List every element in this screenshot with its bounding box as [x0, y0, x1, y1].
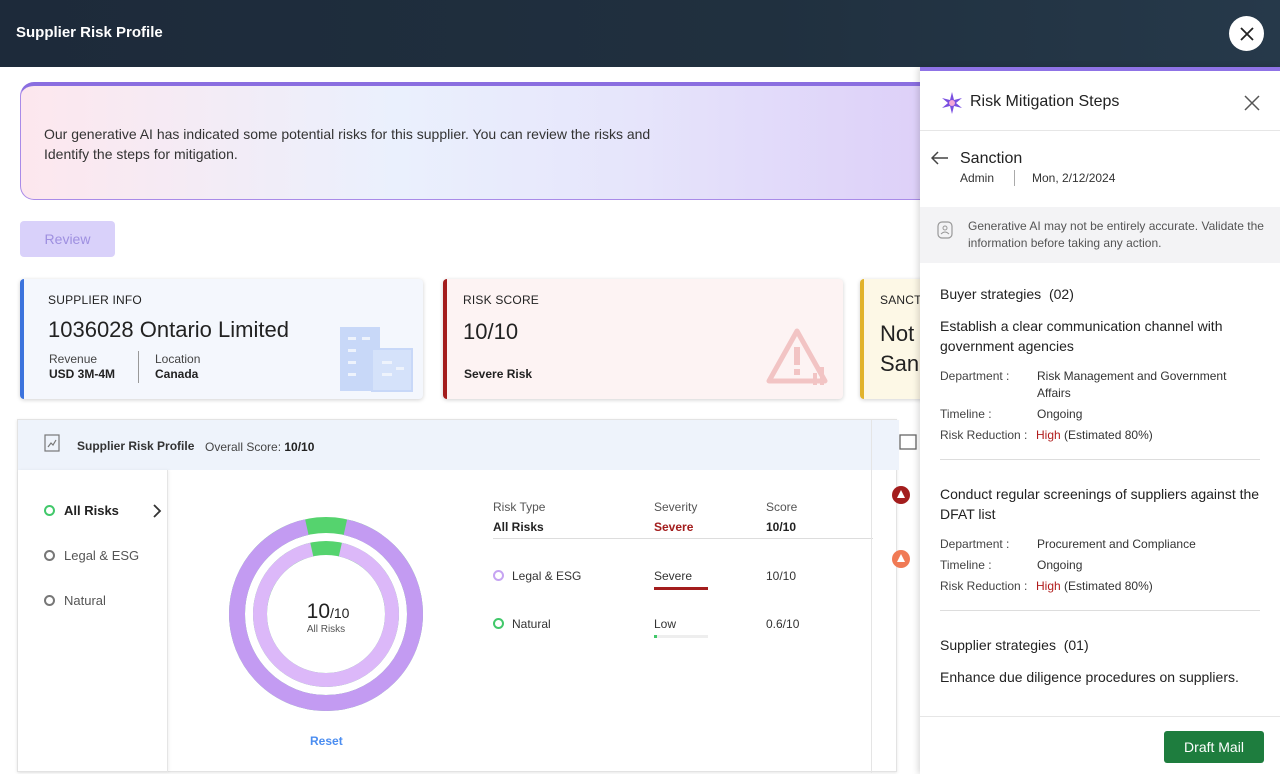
reduction-label: Risk Reduction :: [940, 428, 1028, 442]
timeline-value: Ongoing: [1037, 558, 1083, 572]
drawer-header: Risk Mitigation Steps: [920, 71, 1280, 131]
chart-icon: [44, 434, 60, 452]
back-arrow-icon[interactable]: [931, 151, 949, 165]
sanction-label: SANCT: [880, 293, 920, 307]
row-score: 0.6/10: [766, 617, 800, 631]
table-row[interactable]: Natural: [493, 617, 551, 631]
reduction-value: High (Estimated 80%): [1036, 579, 1153, 593]
supplier-info-label: SUPPLIER INFO: [48, 293, 142, 307]
close-button[interactable]: [1229, 16, 1264, 51]
table-row[interactable]: Legal & ESG: [493, 569, 581, 583]
row-severity: Severe: [654, 569, 693, 583]
revenue-value: USD 3M-4M: [49, 367, 116, 381]
filter-natural[interactable]: Natural: [44, 593, 106, 608]
sanction-card: SANCT Not San: [860, 279, 920, 399]
risk-profile-header: Supplier Risk Profile Overall Score: 10/…: [18, 420, 873, 470]
severity-bar-natural: [654, 635, 658, 638]
ai-banner: Our generative AI has indicated some pot…: [20, 82, 920, 200]
buyer-strategies-heading: Buyer strategies (02): [940, 286, 1074, 302]
risk-score-label: RISK SCORE: [463, 293, 540, 307]
filter-all-risks[interactable]: All Risks: [44, 503, 119, 518]
revenue-label: Revenue: [49, 352, 98, 366]
building-icon: [340, 327, 413, 392]
row-score: 10/10: [766, 569, 797, 583]
document-icon: [899, 434, 917, 450]
row-severity: Low: [654, 617, 677, 631]
reduction-label: Risk Reduction :: [940, 579, 1028, 593]
page-title: Supplier Risk Profile: [16, 24, 163, 41]
close-icon: [1239, 26, 1254, 41]
col-severity: Severity: [654, 500, 698, 514]
date: Mon, 2/12/2024: [1032, 171, 1116, 185]
sanction-status: Not San: [880, 321, 920, 376]
col-score: Score: [766, 500, 798, 514]
risk-profile-panel: Supplier Risk Profile Overall Score: 10/…: [17, 419, 917, 773]
draft-mail-button[interactable]: Draft Mail: [1164, 731, 1264, 763]
risk-profile-title: Supplier Risk Profile: [77, 439, 195, 453]
department-value: Risk Management and Government Affairs: [1037, 369, 1227, 400]
risk-score-card: RISK SCORE 10/10 Severe Risk: [443, 279, 843, 399]
author: Admin: [960, 171, 995, 185]
risk-mitigation-drawer: Risk Mitigation Steps Sanction Admin Mon…: [920, 67, 1280, 774]
ai-disclaimer: Generative AI may not be entirely accura…: [920, 207, 1280, 263]
department-value: Procurement and Compliance: [1037, 537, 1196, 551]
summary-type: All Risks: [493, 520, 544, 534]
col-risk-type: Risk Type: [493, 500, 546, 514]
section-title: Sanction: [960, 150, 1023, 167]
sanction-detail-stub: [871, 420, 917, 773]
warning-alert-icon: [892, 550, 910, 568]
drawer-title: Risk Mitigation Steps: [970, 93, 1120, 110]
supplier-strategies-heading: Supplier strategies (01): [940, 637, 1089, 653]
ai-sparkle-icon: [942, 92, 962, 114]
ai-banner-text: Our generative AI has indicated some pot…: [44, 126, 651, 162]
reduction-value: High (Estimated 80%): [1036, 428, 1153, 442]
warning-icon: [766, 328, 828, 385]
donut-caption: All Risks: [307, 624, 345, 635]
risk-score-value: 10/10: [463, 319, 519, 344]
risk-filter-list: All Risks Legal & ESG Natural: [18, 470, 168, 772]
location-value: Canada: [155, 367, 199, 381]
drawer-footer: Draft Mail: [920, 716, 1280, 774]
chevron-right-icon[interactable]: [152, 504, 162, 518]
summary-score: 10/10: [766, 520, 797, 534]
department-label: Department :: [940, 369, 1010, 383]
app-header: Supplier Risk Profile: [0, 0, 1280, 67]
ai-disclaimer-text: Generative AI may not be entirely accura…: [968, 219, 1264, 250]
severity-bar-legal: [654, 587, 708, 590]
risk-donut-chart: 10 /10 All Risks: [229, 517, 423, 711]
department-label: Department :: [940, 537, 1010, 551]
reset-link[interactable]: Reset: [310, 734, 343, 748]
drawer-close-icon[interactable]: [1244, 95, 1260, 111]
location-label: Location: [155, 352, 201, 366]
strategy-title: Enhance due diligence procedures on supp…: [940, 669, 1239, 685]
supplier-name: 1036028 Ontario Limited: [48, 317, 289, 342]
review-button[interactable]: Review: [20, 221, 115, 257]
main-content: Our generative AI has indicated some pot…: [0, 67, 920, 774]
strategy-title: Establish a clear communication channel …: [940, 318, 1223, 354]
timeline-label: Timeline :: [940, 558, 992, 572]
donut-score: 10: [307, 600, 330, 623]
timeline-label: Timeline :: [940, 407, 992, 421]
strategy-title: Conduct regular screenings of suppliers …: [940, 486, 1260, 522]
info-shield-icon: [937, 221, 953, 239]
overall-score: Overall Score: 10/10: [205, 440, 315, 454]
supplier-info-card: SUPPLIER INFO 1036028 Ontario Limited Re…: [20, 279, 423, 399]
timeline-value: Ongoing: [1037, 407, 1083, 421]
severe-alert-icon: [892, 486, 910, 504]
donut-denominator: /10: [330, 605, 350, 621]
summary-severity: Severe: [654, 520, 694, 534]
filter-legal-esg[interactable]: Legal & ESG: [44, 548, 139, 563]
risk-severity: Severe Risk: [464, 367, 533, 381]
